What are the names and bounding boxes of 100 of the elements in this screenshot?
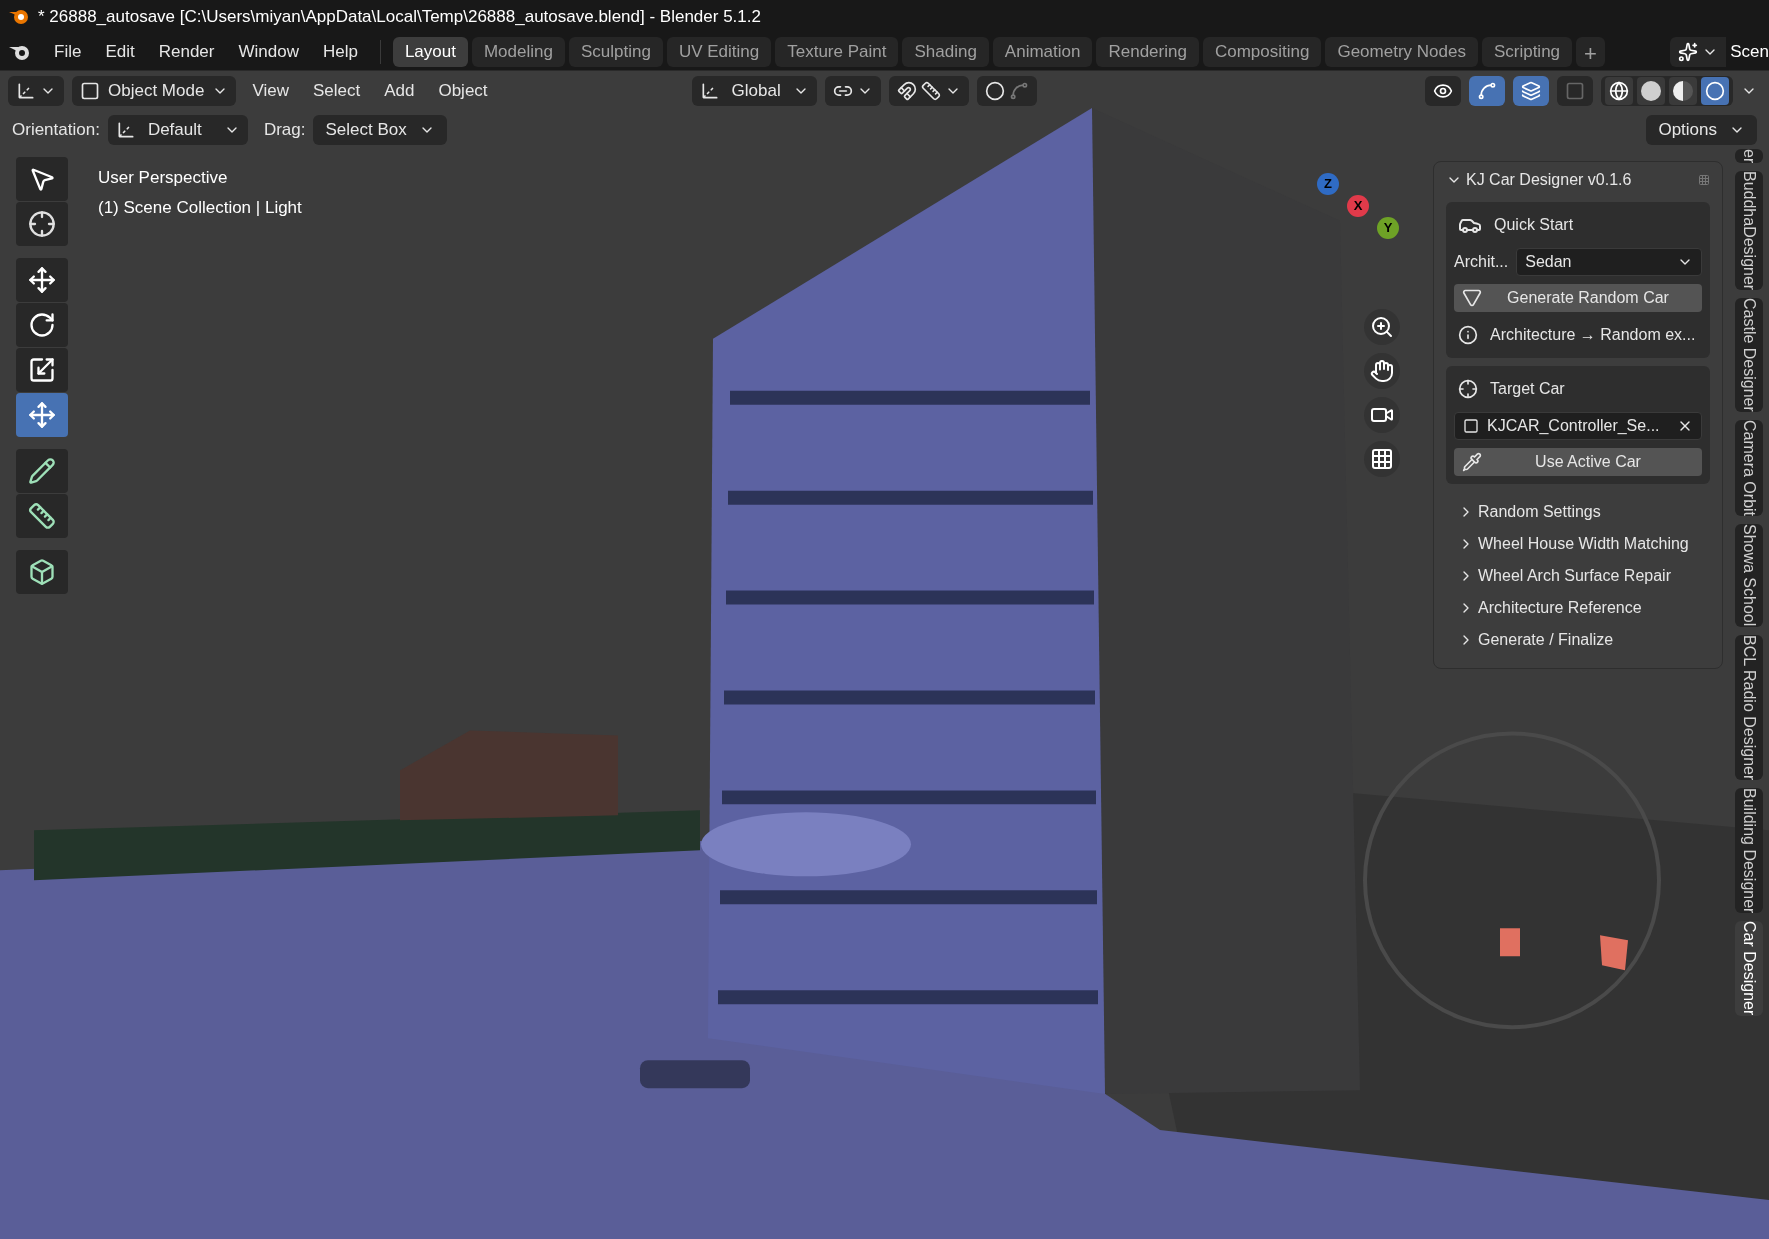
object-icon	[80, 81, 100, 101]
tool-button[interactable]	[16, 449, 68, 493]
scene-selector[interactable]	[1670, 37, 1727, 67]
generate-button[interactable]: Generate Random Car	[1454, 284, 1702, 312]
tool-button[interactable]	[16, 550, 68, 594]
viewport-info-text: User Perspective	[98, 167, 229, 189]
info-text: Architecture → Random ex...	[1490, 325, 1696, 345]
proportional-edit-button[interactable]	[976, 76, 1037, 106]
workspace-tab[interactable]: UV Editing	[666, 37, 772, 67]
workspace-tab[interactable]: Sculpting	[568, 37, 663, 67]
rendered-sphere-icon	[1705, 81, 1725, 101]
falloff-icon	[1008, 81, 1029, 101]
tool-button[interactable]	[16, 348, 68, 392]
sidebar-tab[interactable]: BCL Radio Designer	[1735, 634, 1763, 780]
orientation-dropdown[interactable]: Default	[107, 115, 248, 145]
transform-orientation-dropdown[interactable]: Global	[691, 76, 817, 106]
workspace-tab[interactable]: Layout	[392, 37, 468, 67]
overlay-icon	[1521, 81, 1541, 101]
tool-button[interactable]	[16, 258, 68, 302]
drag-handle-icon[interactable]	[1698, 174, 1710, 186]
subpanel-header[interactable]: Wheel Arch Surface Repair	[1458, 560, 1710, 592]
transform-icon	[28, 401, 56, 429]
drag-label: Drag:	[263, 119, 306, 142]
tool-button[interactable]	[16, 303, 68, 347]
subpanel-header[interactable]: Architecture Reference	[1458, 592, 1710, 624]
xray-icon	[1565, 81, 1585, 101]
viewport-toggle[interactable]	[1557, 76, 1593, 106]
shading-mode-button[interactable]	[1605, 77, 1633, 105]
editor-type-button[interactable]	[8, 76, 64, 106]
header-menu-item[interactable]: View	[244, 78, 297, 104]
gizmo-icon	[1477, 81, 1497, 101]
mode-dropdown[interactable]: Object Mode	[72, 76, 237, 106]
workspace-tab[interactable]: Animation	[992, 37, 1093, 67]
header-menu-item[interactable]: Add	[376, 78, 423, 104]
sidebar-tab[interactable]: Showa School	[1735, 524, 1763, 627]
object-field[interactable]: KJCAR_Controller_Se...	[1454, 412, 1702, 440]
proportional-icon	[984, 81, 1005, 101]
tool-button[interactable]	[16, 494, 68, 538]
sidebar-tab[interactable]: Building Designer	[1735, 787, 1763, 914]
scene-icon	[1678, 42, 1699, 62]
tool-button[interactable]	[16, 202, 68, 246]
panel-title: KJ Car Designer v0.1.6	[1466, 170, 1633, 190]
workspace-tab[interactable]: Compositing	[1202, 37, 1322, 67]
workspace-tab[interactable]: Shading	[902, 37, 989, 67]
menu-item[interactable]: Help	[312, 39, 368, 65]
pivot-button[interactable]	[824, 76, 881, 106]
eye-icon	[1433, 81, 1453, 101]
snap-increment-icon	[920, 81, 941, 101]
rotate-icon	[28, 311, 56, 339]
sidebar-tab[interactable]: BuddhaDesigner	[1735, 171, 1763, 291]
grid-icon	[1370, 447, 1394, 471]
menu-item[interactable]: Edit	[95, 39, 145, 65]
object-icon	[1463, 418, 1479, 434]
field-label: Archit...	[1454, 252, 1509, 272]
header-menu-item[interactable]: Select	[304, 78, 369, 104]
workspace-tab[interactable]: Texture Paint	[775, 37, 899, 67]
workspace-tab[interactable]: Geometry Nodes	[1325, 37, 1478, 67]
subpanel-header[interactable]: Random Settings	[1458, 496, 1710, 528]
shading-mode-button[interactable]	[1637, 77, 1665, 105]
shading-mode-button[interactable]	[1669, 77, 1697, 105]
workspace-tab[interactable]: Scripting	[1481, 37, 1573, 67]
options-dropdown[interactable]: Options	[1646, 115, 1757, 145]
pencil-icon	[28, 457, 56, 485]
viewport-toggle[interactable]	[1513, 76, 1549, 106]
shading-mode-button[interactable]	[1701, 77, 1729, 105]
header-menu-item[interactable]: Object	[430, 78, 496, 104]
menu-item[interactable]: File	[44, 39, 92, 65]
ruler-icon	[28, 502, 56, 530]
sidebar-tab[interactable]: er	[1735, 149, 1763, 164]
sidebar-tab[interactable]: Castle Designer	[1735, 298, 1763, 413]
architecture-dropdown[interactable]: Sedan	[1516, 248, 1702, 276]
tool-button[interactable]	[16, 157, 68, 201]
subpanel-header[interactable]: Generate / Finalize	[1458, 624, 1710, 656]
window-title: * 26888_autosave [C:\Users\miyan\AppData\Local\Temp\26888_autosave.blend] - Blender 5.1.2	[38, 6, 761, 29]
snap-button[interactable]	[888, 76, 969, 106]
menu-item[interactable]: Window	[228, 39, 309, 65]
orientation-label: Orientation:	[12, 119, 100, 142]
subpanel-header[interactable]: Wheel House Width Matching	[1458, 528, 1710, 560]
move-icon	[28, 266, 56, 294]
viewport-toggle[interactable]	[1425, 76, 1461, 106]
use-active-car-button[interactable]: Use Active Car	[1454, 448, 1702, 476]
logo-icon	[8, 8, 30, 26]
workspace-tab[interactable]: Modeling	[471, 37, 565, 67]
sidebar-tab[interactable]: Car Designer	[1735, 921, 1763, 1016]
scene-name: Scen	[1730, 41, 1769, 64]
cube-icon	[28, 558, 56, 586]
triangle-icon	[1462, 288, 1482, 308]
eyedropper-icon	[1462, 452, 1482, 472]
hand-icon	[1370, 359, 1394, 383]
drag-dropdown[interactable]: Select Box	[313, 115, 447, 145]
sidebar-tab[interactable]: Camera Orbit	[1735, 420, 1763, 517]
magnet-icon	[896, 81, 917, 101]
viewport-toggle[interactable]	[1469, 76, 1505, 106]
logo-icon	[8, 43, 32, 61]
axes-icon	[16, 81, 36, 101]
info-icon	[1458, 325, 1478, 345]
menu-item[interactable]: Render	[148, 39, 225, 65]
zoom-icon	[1370, 315, 1394, 339]
workspace-tab[interactable]: Rendering	[1096, 37, 1199, 67]
add-workspace-button[interactable]: +	[1576, 37, 1605, 67]
